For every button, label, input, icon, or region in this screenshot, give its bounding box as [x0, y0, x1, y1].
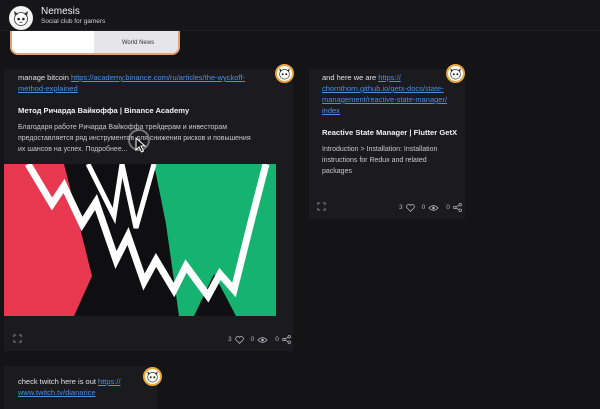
link-preview-title[interactable]: Reactive State Manager | Flutter GetX [322, 128, 465, 137]
previous-preview-tag-label: World News [121, 40, 155, 46]
post-link-continued[interactable]: index [322, 106, 340, 115]
link-preview-description: Introduction > Installation: Installatio… [322, 144, 462, 177]
previous-preview-image [12, 31, 94, 53]
user-avatar-icon[interactable] [143, 367, 162, 386]
shares-count: 0 [446, 204, 450, 211]
user-avatar-icon[interactable] [275, 64, 294, 83]
post-link-continued[interactable]: chornthorn.github.io/getx-docs/state- [322, 84, 444, 93]
user-avatar-icon[interactable] [446, 64, 465, 83]
views-count: 0 [250, 336, 255, 343]
heart-icon[interactable] [234, 335, 244, 344]
heart-icon[interactable] [405, 203, 415, 212]
post-card: manage bitcoin https://academy.binance.c… [4, 69, 293, 351]
post-link-continued[interactable]: www.twitch.tv/dianarice [18, 388, 96, 397]
post-text: check twitch here is out https:// www.tw… [18, 376, 153, 398]
post-link[interactable]: https://academy.binance.com/ru/articles/… [71, 73, 245, 82]
post-text-prefix: manage bitcoin [18, 73, 71, 82]
post-stats: 3 0 0 [228, 335, 291, 344]
app-name: Nemesis [41, 6, 80, 17]
post-stats: 3 0 0 [399, 203, 462, 212]
eye-icon [428, 204, 439, 211]
nemesis-logo-icon[interactable] [9, 6, 33, 30]
post-text: manage bitcoin https://academy.binance.c… [18, 72, 268, 94]
app-tagline: Social club for gamers [41, 18, 106, 25]
likes-count: 3 [399, 204, 403, 211]
post-text-prefix: and here we are [322, 73, 379, 82]
expand-icon[interactable] [13, 334, 22, 343]
eye-icon [257, 336, 268, 343]
link-preview-description-line: Introduction > Installation: Installatio… [322, 146, 438, 153]
post-card: check twitch here is out https:// www.tw… [4, 366, 157, 409]
views-count: 0 [421, 204, 426, 211]
post-link-continued[interactable]: management/reactive-state-manager/ [322, 95, 447, 104]
link-preview-image[interactable] [4, 164, 276, 316]
previous-preview-tag: World News [94, 31, 178, 53]
app-header: Nemesis Social club for gamers [0, 0, 600, 31]
link-preview-title[interactable]: Метод Ричарда Вайкоффа | Binance Academy [18, 106, 278, 115]
post-link[interactable]: https:// [378, 73, 401, 82]
expand-icon[interactable] [317, 202, 326, 211]
post-link-continued[interactable]: method-explained [18, 84, 78, 93]
link-preview-description-line: instructions for Redux and related [322, 157, 427, 164]
post-text-prefix: check twitch here is out [18, 377, 99, 386]
share-icon[interactable] [453, 203, 462, 212]
link-preview-description-line: их шансов на успех. Подробнее... [18, 146, 128, 153]
shares-count: 0 [275, 336, 279, 343]
link-preview-description: Благодаря работе Ричарда Вайкоффа трейде… [18, 122, 290, 155]
link-preview-description-line: предоставляется ряд инструментов для сни… [18, 135, 251, 142]
likes-count: 3 [228, 336, 232, 343]
link-preview-description-line: Благодаря работе Ричарда Вайкоффа трейде… [18, 124, 228, 131]
link-preview-description-line: packages [322, 168, 352, 175]
post-text: and here we are https:// chornthorn.gith… [322, 72, 462, 116]
mouse-cursor-icon [135, 137, 147, 153]
previous-post-preview[interactable]: World News [10, 31, 180, 55]
post-card: and here we are https:// chornthorn.gith… [309, 69, 465, 219]
share-icon[interactable] [282, 335, 291, 344]
post-link[interactable]: https:// [98, 377, 121, 386]
